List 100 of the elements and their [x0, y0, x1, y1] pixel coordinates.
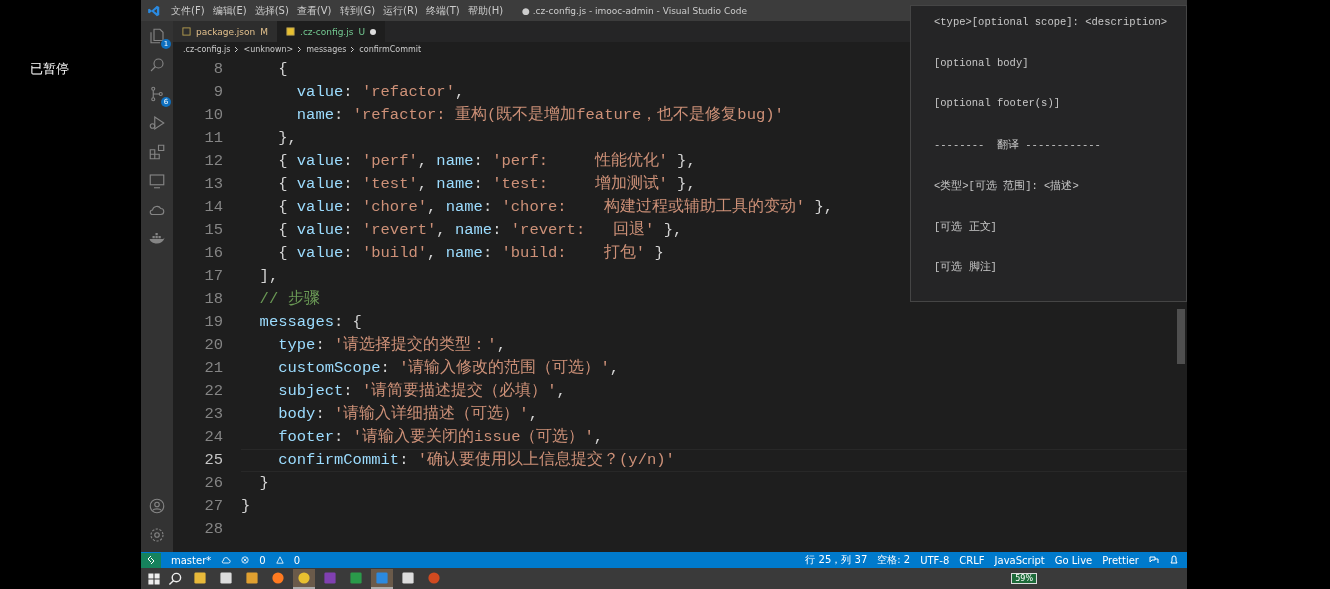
line-number: 14	[204, 197, 223, 218]
chevron-icon	[350, 46, 356, 53]
windows-start-icon[interactable]	[147, 571, 161, 586]
line-number: 19	[204, 312, 223, 333]
code-line: {	[277, 59, 288, 80]
remote-button[interactable]	[141, 552, 161, 568]
scrollbar-thumb[interactable]	[1177, 309, 1185, 364]
menu-item[interactable]: 编辑(E)	[208, 3, 251, 18]
hover-text: -------- 翻译 ------------	[934, 138, 1102, 154]
line-number: 23	[204, 404, 223, 425]
status-item[interactable]: JavaScript	[994, 554, 1045, 566]
line-number: 25	[204, 450, 223, 471]
line-number: 10	[204, 105, 223, 126]
branch-icon	[148, 85, 166, 103]
monitor-icon	[148, 172, 166, 190]
hover-text: [optional footer(s)]	[934, 97, 1062, 112]
search-icon	[148, 56, 166, 74]
error-icon	[241, 556, 250, 564]
line-number: 18	[204, 289, 223, 310]
code-line: type: '请选择提交的类型：',	[277, 335, 506, 356]
battery-indicator[interactable]: 59%	[1011, 573, 1037, 584]
line-number: 12	[204, 151, 223, 172]
code-line: { value: 'perf', name: 'perf: 性能优化' },	[277, 151, 696, 172]
line-number: 11	[204, 128, 223, 149]
branch-status[interactable]: master*	[171, 554, 212, 566]
line-number: 24	[204, 427, 223, 448]
editor-tab[interactable]: .cz-config.js U	[277, 21, 385, 42]
code-line: }	[241, 496, 251, 517]
line-number: 13	[204, 174, 223, 195]
status-item[interactable]: 行 25，列 37	[805, 553, 868, 567]
editor-tab[interactable]: package.json M	[173, 21, 278, 42]
breadcrumb-item[interactable]: <unknown>	[243, 45, 294, 54]
status-item[interactable]: Go Live	[1054, 554, 1093, 566]
line-number: 9	[213, 82, 223, 103]
line-number: 20	[204, 335, 223, 356]
code-line: body: '请输入详细描述（可选）',	[277, 404, 538, 425]
code-line: ],	[258, 266, 279, 287]
hover-text: [可选 正文]	[934, 219, 998, 235]
code-line: messages: {	[258, 312, 362, 333]
code-line: customScope: '请输入修改的范围（可选）',	[277, 358, 620, 379]
menu-item[interactable]: 文件(F)	[167, 3, 209, 18]
status-item[interactable]: UTF-8	[920, 554, 950, 566]
breadcrumb-item[interactable]: messages	[306, 45, 347, 54]
tab-label: .cz-config.js	[300, 26, 354, 37]
hover-text: [optional body]	[934, 56, 1030, 71]
code-line: },	[277, 128, 297, 149]
blocks-icon	[148, 143, 166, 161]
warning-count[interactable]: 0	[293, 554, 300, 566]
code-line: // 步骤	[258, 289, 320, 310]
line-number: 28	[204, 519, 223, 540]
breadcrumb-item[interactable]: confirmCommit	[359, 45, 422, 54]
line-number: 16	[204, 243, 223, 264]
breadcrumb-item[interactable]: .cz-config.js	[183, 45, 231, 54]
code-line: }	[258, 473, 269, 494]
status-item[interactable]: Prettier	[1102, 554, 1139, 566]
code-line: name: 'refactor: 重构(既不是增加feature，也不是修复bug)'	[295, 105, 784, 126]
paused-label: 已暂停	[30, 61, 69, 76]
line-number: 17	[204, 266, 223, 287]
chevron-icon	[297, 46, 303, 53]
line-number: 26	[204, 473, 223, 494]
settings-icon	[148, 526, 166, 544]
tab-label: package.json	[196, 26, 256, 37]
hover-text: <类型>[可选 范围]: <描述>	[934, 178, 1080, 194]
unsaved-dot	[370, 28, 376, 35]
window-title: ● .cz-config.js - imooc-admin - Visual Studio Code	[522, 5, 747, 16]
account-icon	[148, 497, 166, 515]
chevron-icon	[234, 46, 240, 53]
status-item[interactable]: 空格: 2	[877, 553, 911, 567]
play-bug-icon	[148, 114, 166, 132]
line-number: 27	[204, 496, 223, 517]
menu-item[interactable]: 运行(R)	[379, 3, 422, 18]
files-icon	[148, 27, 166, 45]
hover-text: [可选 脚注]	[934, 260, 998, 276]
code-line: { value: 'chore', name: 'chore: 构建过程或辅助工具的变动' },	[277, 197, 834, 218]
taskbar-app[interactable]	[371, 568, 393, 589]
line-number: 15	[204, 220, 223, 241]
feedback-icon	[1149, 555, 1159, 565]
line-number: 21	[204, 358, 223, 379]
code-line: confirmCommit: '确认要使用以上信息提交？(y/n)'	[277, 450, 675, 471]
hover-text: <type>[optional scope]: <description>	[934, 16, 1169, 30]
menu-item[interactable]: 转到(G)	[335, 3, 380, 18]
code-line: { value: 'revert', name: 'revert: 回退' },	[277, 220, 683, 241]
remote-icon	[146, 555, 156, 565]
code-line: { value: 'test', name: 'test: 增加测试' },	[277, 174, 696, 195]
taskbar-app[interactable]	[293, 568, 315, 589]
menu-item[interactable]: 选择(S)	[250, 3, 293, 18]
git-status: U	[358, 26, 365, 37]
status-item[interactable]: CRLF	[959, 554, 985, 566]
git-status: M	[260, 26, 269, 37]
warning-icon	[275, 556, 284, 564]
code-line: { value: 'build', name: 'build: 打包' }	[277, 243, 664, 264]
line-number: 8	[213, 59, 223, 80]
menu-item[interactable]: 终端(T)	[421, 3, 464, 18]
error-count[interactable]: 0	[259, 554, 266, 566]
menu-item[interactable]: 查看(V)	[292, 3, 336, 18]
cloud-upload-icon	[221, 555, 232, 565]
menu-item[interactable]: 帮助(H)	[463, 3, 508, 18]
line-number: 22	[204, 381, 223, 402]
bell-icon	[1169, 555, 1179, 565]
code-line: footer: '请输入要关闭的issue（可选）',	[277, 427, 604, 448]
